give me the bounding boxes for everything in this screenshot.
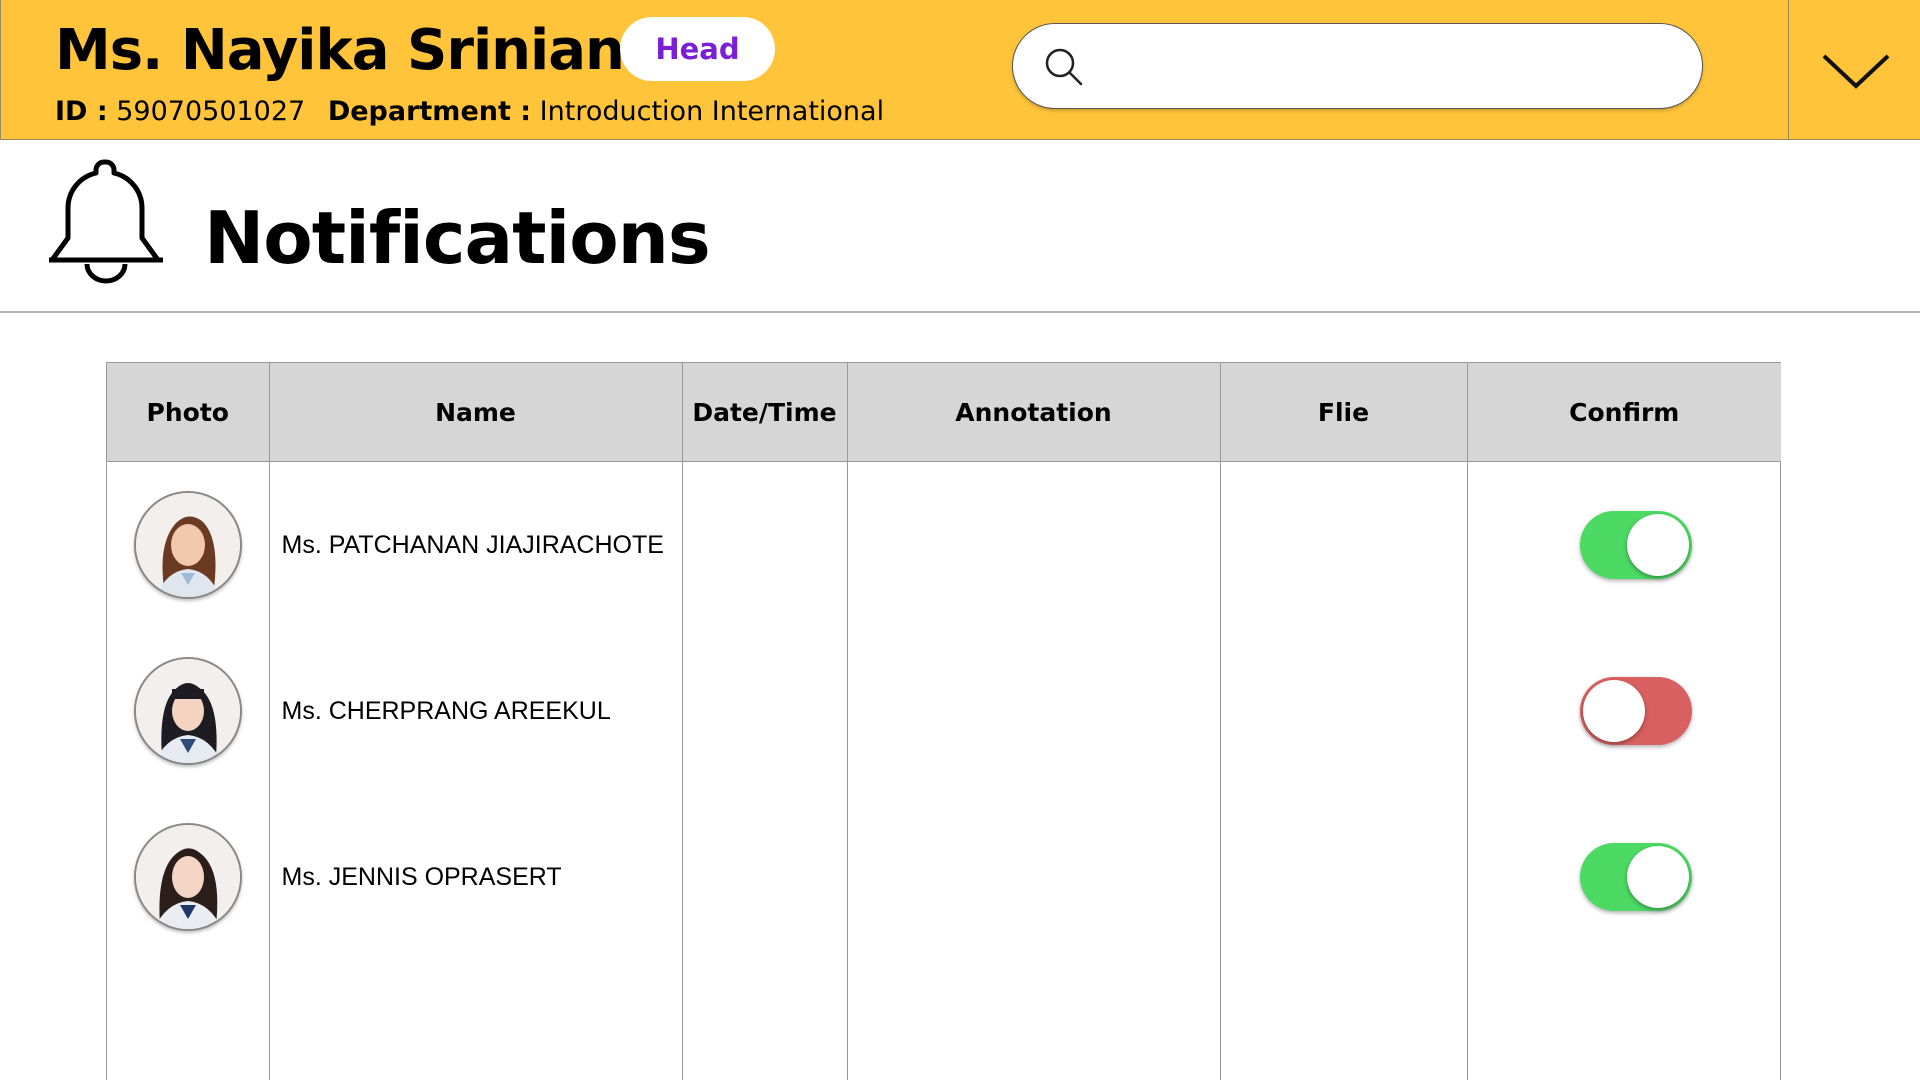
confirm-cell xyxy=(1467,794,1781,960)
date-time-cell xyxy=(682,628,848,794)
column-header-confirm: Confirm xyxy=(1467,363,1781,462)
dropdown-menu-button[interactable] xyxy=(1788,0,1920,140)
column-header-date-time: Date/Time xyxy=(682,363,848,462)
confirm-toggle[interactable] xyxy=(1579,843,1692,911)
user-meta: ID : 59070501027 Department : Introducti… xyxy=(55,92,884,132)
table-row: Ms. PATCHANAN JIAJIRACHOTE xyxy=(107,461,1781,629)
page-title-bar: Notifications xyxy=(0,140,1920,313)
table-row: Ms. JENNIS OPRASERT xyxy=(107,794,1781,960)
id-value: 59070501027 xyxy=(116,96,306,127)
annotation-cell xyxy=(847,794,1221,960)
id-label: ID : xyxy=(55,96,108,127)
search-bar[interactable] xyxy=(1012,23,1703,109)
toggle-knob xyxy=(1626,514,1689,576)
annotation-cell xyxy=(847,628,1221,794)
annotation-cell xyxy=(847,461,1221,628)
bell-icon xyxy=(49,159,163,284)
file-cell xyxy=(1220,461,1468,628)
photo-cell xyxy=(107,628,270,794)
user-name: Ms. Nayika Srinian xyxy=(55,18,625,83)
column-header-annotation: Annotation xyxy=(847,363,1221,462)
department-value: Introduction International xyxy=(539,96,885,127)
page-title: Notifications xyxy=(204,196,711,280)
search-icon[interactable] xyxy=(1043,46,1085,88)
confirm-cell xyxy=(1467,628,1781,794)
top-header: Ms. Nayika Srinian Head ID : 59070501027… xyxy=(0,0,1920,140)
avatar xyxy=(133,491,242,599)
confirm-cell xyxy=(1467,462,1781,629)
name-cell: Ms. JENNIS OPRASERT xyxy=(269,794,683,960)
name-cell: Ms. PATCHANAN JIAJIRACHOTE xyxy=(269,461,683,628)
confirm-toggle[interactable] xyxy=(1579,677,1692,745)
table-header-row: Photo Name Date/Time Annotation Flie Con… xyxy=(107,363,1781,462)
role-badge: Head xyxy=(620,17,775,81)
search-input[interactable] xyxy=(1103,34,1677,98)
name-cell: Ms. CHERPRANG AREEKUL xyxy=(269,628,683,794)
toggle-knob xyxy=(1582,680,1645,742)
column-header-file: Flie xyxy=(1220,363,1468,462)
notifications-table: Photo Name Date/Time Annotation Flie Con… xyxy=(106,362,1781,1080)
empty-table-area xyxy=(107,960,1781,1080)
column-header-photo: Photo xyxy=(107,363,270,462)
file-cell xyxy=(1220,628,1468,794)
column-header-name: Name xyxy=(269,363,683,462)
date-time-cell xyxy=(682,461,848,628)
avatar xyxy=(133,823,242,931)
photo-cell xyxy=(107,794,270,960)
chevron-down-icon xyxy=(1822,54,1890,89)
toggle-knob xyxy=(1626,846,1689,908)
department-label: Department : xyxy=(327,96,532,127)
avatar xyxy=(133,657,242,765)
table-row: Ms. CHERPRANG AREEKUL xyxy=(107,628,1781,794)
photo-cell xyxy=(107,461,270,628)
date-time-cell xyxy=(682,794,848,960)
confirm-toggle[interactable] xyxy=(1579,511,1692,579)
file-cell xyxy=(1220,794,1468,960)
